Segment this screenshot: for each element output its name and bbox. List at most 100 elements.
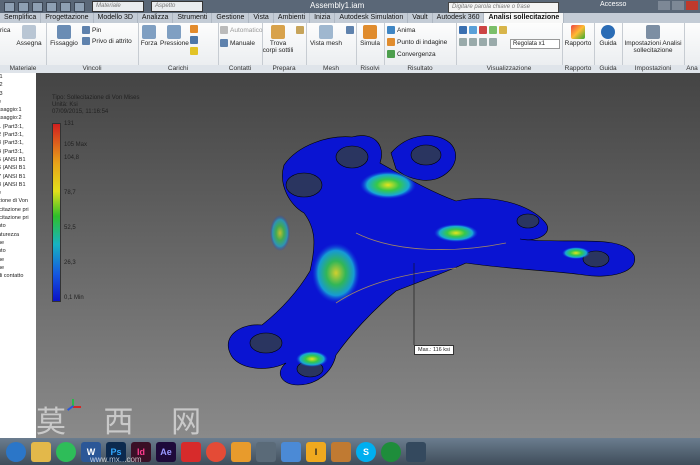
browser-node[interactable]: :3: [0, 90, 36, 98]
material-combo[interactable]: Materiale: [92, 1, 144, 12]
app-menu-icon[interactable]: [4, 1, 15, 12]
find-thin-bodies-button[interactable]: Trova corpi sottili: [262, 25, 294, 54]
boundary-icon[interactable]: [479, 26, 487, 34]
browser-node[interactable]: :2: [0, 81, 36, 89]
utorrent-icon[interactable]: [381, 441, 401, 462]
close-button[interactable]: [686, 1, 698, 10]
browser-node[interactable]: nto: [0, 247, 36, 255]
browser-node[interactable]: 8 (ANSI B1: [0, 181, 36, 189]
pressure-button[interactable]: Pressione: [160, 25, 189, 47]
probe-labels-icon[interactable]: [469, 38, 477, 46]
prepare-extra-button[interactable]: [296, 26, 304, 34]
guide-button[interactable]: Guida: [596, 25, 620, 47]
load-display-icon[interactable]: [489, 38, 497, 46]
simulate-button[interactable]: Simula: [358, 25, 382, 47]
signin-button[interactable]: Accesso: [600, 1, 626, 8]
graphics-viewport[interactable]: Tipo: Sollecitazione di Von Mises Unità:…: [36, 73, 700, 438]
browser-node[interactable]: :1: [0, 73, 36, 81]
mesh-view-button[interactable]: Vista mesh: [308, 25, 344, 47]
smooth-shading-icon[interactable]: [459, 26, 467, 34]
min-value-icon[interactable]: [499, 26, 507, 34]
help-search-input[interactable]: Digitare parola chiave o frase: [448, 2, 559, 13]
browser-node[interactable]: ne: [0, 264, 36, 272]
tab-inizia[interactable]: Inizia: [310, 13, 336, 23]
max-value-icon[interactable]: [489, 26, 497, 34]
contour-shading-icon[interactable]: [469, 26, 477, 34]
mesh-display-icon[interactable]: [479, 38, 487, 46]
browser-node[interactable]: aturezza: [0, 231, 36, 239]
bearing-load-button[interactable]: [190, 25, 198, 33]
tab-vault[interactable]: Vault: [408, 13, 433, 23]
browser-node[interactable]: nto: [0, 222, 36, 230]
browser-node[interactable]: 6 (ANSI B1: [0, 164, 36, 172]
skype-icon[interactable]: S: [356, 441, 376, 462]
browser-node[interactable]: e: [0, 189, 36, 197]
tab-semplifica[interactable]: Semplifica: [0, 13, 42, 23]
appearance-combo[interactable]: Aspetto: [151, 1, 203, 12]
fissaggio-button[interactable]: Fissaggio: [48, 25, 80, 47]
animate-button[interactable]: Anima: [387, 26, 415, 34]
browser-node[interactable]: di contatto: [0, 272, 36, 280]
tab-vista[interactable]: Vista: [249, 13, 274, 23]
spotify-icon[interactable]: [56, 441, 76, 462]
browser-node[interactable]: zione di Von: [0, 197, 36, 205]
displacement-scale-select[interactable]: Regolata x1: [510, 39, 560, 49]
probe-button[interactable]: Punto di indagine: [387, 38, 447, 46]
browser-node[interactable]: icitazione pri: [0, 206, 36, 214]
browser-node[interactable]: e: [0, 98, 36, 106]
undo-icon[interactable]: [60, 1, 71, 12]
model-browser[interactable]: :1:2:3essaggio:1ssaggio:21 (Part3:1,2 (P…: [0, 73, 37, 438]
tab-gestione[interactable]: Gestione: [212, 13, 250, 23]
browser-node[interactable]: ssaggio:2: [0, 114, 36, 122]
tab-analisi-sollecitazione[interactable]: Analisi sollecitazione: [484, 13, 565, 23]
color-bar-icon[interactable]: [459, 38, 467, 46]
open-icon[interactable]: [32, 1, 43, 12]
drive-icon[interactable]: [281, 441, 301, 462]
instructables-icon[interactable]: I: [306, 441, 326, 462]
frictionless-button[interactable]: Privo di attrito: [82, 37, 132, 45]
automatic-contact-button[interactable]: Automatico: [220, 26, 263, 34]
browser-node[interactable]: 5 (ANSI B1: [0, 156, 36, 164]
convergence-button[interactable]: Convergenza: [387, 50, 436, 58]
browser-node[interactable]: ne: [0, 239, 36, 247]
report-button[interactable]: Rapporto: [564, 25, 592, 47]
browser-node[interactable]: ssaggio:1: [0, 106, 36, 114]
browser-node[interactable]: 2 (Part3:1,: [0, 131, 36, 139]
tab-analizza[interactable]: Analizza: [138, 13, 174, 23]
tab-modello-3d[interactable]: Modello 3D: [94, 13, 138, 23]
minimize-button[interactable]: [658, 1, 670, 10]
browser-node[interactable]: icitazione pri: [0, 214, 36, 222]
explorer-icon[interactable]: [31, 441, 51, 462]
manual-contact-button[interactable]: Manuale: [220, 39, 255, 47]
save-icon[interactable]: [46, 1, 57, 12]
tab-strumenti[interactable]: Strumenti: [173, 13, 213, 23]
browser-node[interactable]: ne: [0, 256, 36, 264]
browser-node[interactable]: 4 (Part3:1,: [0, 148, 36, 156]
browser-node[interactable]: 7 (ANSI B1: [0, 173, 36, 181]
browser-node[interactable]: 3 (Part3:1,: [0, 139, 36, 147]
inventor-icon[interactable]: [231, 441, 251, 462]
acrobat-icon[interactable]: [181, 441, 201, 462]
chrome-icon[interactable]: [206, 441, 226, 462]
app-icon[interactable]: [331, 441, 351, 462]
tab-progettazione[interactable]: Progettazione: [41, 13, 94, 23]
stress-settings-button[interactable]: Impostazioni Analisi sollecitazione: [624, 25, 682, 54]
force-button[interactable]: Forza: [138, 25, 160, 47]
maximize-button[interactable]: [672, 1, 684, 10]
new-icon[interactable]: [18, 1, 29, 12]
moment-button[interactable]: [190, 36, 198, 44]
mesh-settings-button[interactable]: [346, 26, 354, 34]
pin-label: Pin: [92, 26, 102, 34]
start-orb-icon[interactable]: [6, 441, 26, 462]
assign-material-button[interactable]: Assegna: [14, 25, 44, 47]
pin-button[interactable]: Pin: [82, 26, 101, 34]
settings-icon[interactable]: [256, 441, 276, 462]
media-icon[interactable]: [406, 441, 426, 462]
tab-ambienti[interactable]: Ambienti: [274, 13, 311, 23]
browser-node[interactable]: 1 (Part3:1,: [0, 123, 36, 131]
after-effects-icon[interactable]: Ae: [156, 441, 176, 462]
tab-autodesk-360[interactable]: Autodesk 360: [433, 13, 485, 23]
tab-autodesk-simulation[interactable]: Autodesk Simulation: [335, 13, 409, 23]
gravity-button[interactable]: [190, 47, 198, 55]
redo-icon[interactable]: [74, 1, 85, 12]
